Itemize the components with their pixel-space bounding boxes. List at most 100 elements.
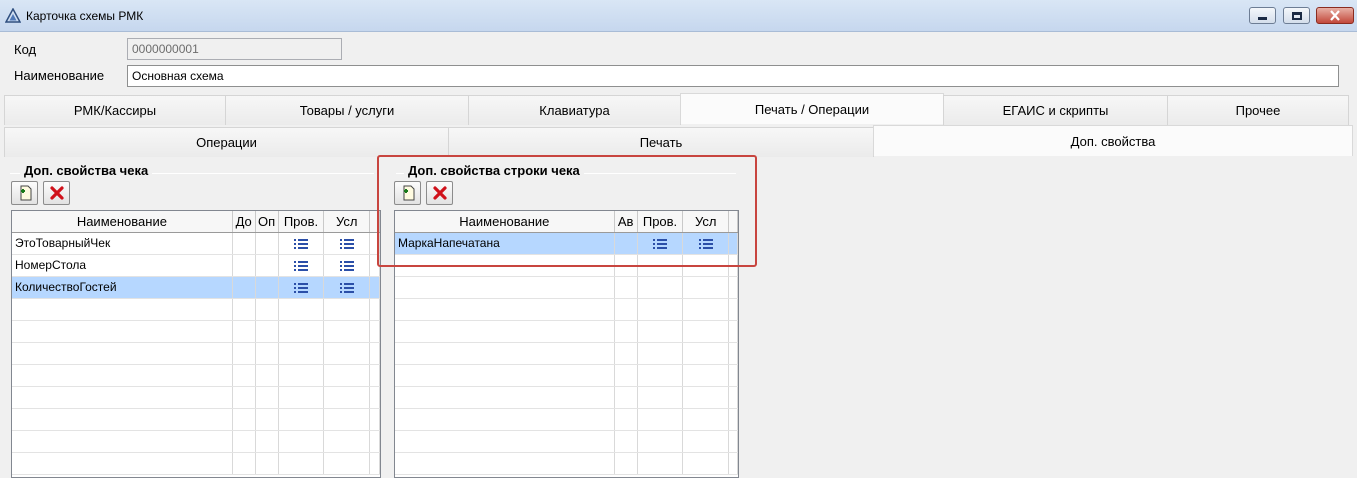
row-flag-cell[interactable] (232, 342, 256, 365)
row-cond-cell[interactable] (323, 320, 371, 343)
row-flag-cell[interactable] (232, 452, 256, 475)
table-row[interactable] (12, 408, 380, 431)
row-check-cell[interactable] (278, 342, 325, 365)
row-flag-cell[interactable] (255, 298, 279, 321)
row-check-cell[interactable] (637, 430, 684, 453)
receipt-props-grid[interactable]: Наименование До Оп Пров. Усл ЭтоТоварный… (11, 210, 381, 478)
tab-print-operations[interactable]: Печать / Операции (680, 93, 944, 124)
row-flag-cell[interactable] (614, 342, 638, 365)
tab-other[interactable]: Прочее (1167, 95, 1349, 125)
row-flag-cell[interactable] (232, 276, 256, 299)
row-name-cell[interactable] (395, 408, 615, 431)
row-name-cell[interactable] (12, 430, 233, 453)
row-cond-cell[interactable] (323, 342, 371, 365)
row-flag-cell[interactable] (232, 254, 256, 277)
row-name-cell[interactable] (395, 320, 615, 343)
table-row[interactable]: ЭтоТоварныйЧек (12, 232, 380, 255)
row-flag-cell[interactable] (232, 364, 256, 387)
table-row[interactable] (395, 276, 738, 299)
row-flag-cell[interactable] (255, 364, 279, 387)
row-flag-cell[interactable] (255, 254, 279, 277)
row-cond-cell[interactable] (682, 386, 730, 409)
row-name-cell[interactable] (395, 386, 615, 409)
row-check-cell[interactable] (637, 320, 684, 343)
row-check-cell[interactable] (278, 254, 325, 277)
tab-extra-properties[interactable]: Доп. свойства (873, 125, 1353, 156)
code-field[interactable]: 0000000001 (127, 38, 342, 60)
row-name-cell[interactable]: КоличествоГостей (12, 276, 233, 299)
table-row[interactable] (395, 342, 738, 365)
row-cond-cell[interactable] (323, 452, 371, 475)
list-icon[interactable] (339, 260, 354, 272)
table-row[interactable] (395, 430, 738, 453)
col-name[interactable]: Наименование (12, 211, 233, 233)
row-cond-cell[interactable] (682, 430, 730, 453)
row-cond-cell[interactable] (682, 276, 730, 299)
row-flag-cell[interactable] (232, 298, 256, 321)
row-name-cell[interactable] (395, 430, 615, 453)
table-row[interactable] (12, 298, 380, 321)
row-cond-cell[interactable] (323, 364, 371, 387)
row-flag-cell[interactable] (255, 408, 279, 431)
tab-goods-services[interactable]: Товары / услуги (225, 95, 469, 125)
row-cond-cell[interactable] (682, 408, 730, 431)
row-name-cell[interactable]: ЭтоТоварныйЧек (12, 232, 233, 255)
table-row[interactable] (395, 386, 738, 409)
close-button[interactable] (1316, 7, 1354, 24)
row-name-cell[interactable] (12, 364, 233, 387)
row-flag-cell[interactable] (232, 430, 256, 453)
row-flag-cell[interactable] (255, 320, 279, 343)
table-row[interactable] (395, 298, 738, 321)
row-cond-cell[interactable] (682, 364, 730, 387)
row-name-cell[interactable] (395, 298, 615, 321)
table-row[interactable] (395, 408, 738, 431)
list-icon[interactable] (339, 238, 354, 250)
table-row[interactable] (12, 342, 380, 365)
row-flag-cell[interactable] (232, 232, 256, 255)
row-flag-cell[interactable] (614, 364, 638, 387)
row-name-cell[interactable] (395, 452, 615, 475)
row-check-cell[interactable] (278, 386, 325, 409)
row-name-cell[interactable] (12, 386, 233, 409)
table-row[interactable] (12, 430, 380, 453)
table-row[interactable] (395, 320, 738, 343)
row-flag-cell[interactable] (232, 386, 256, 409)
tab-operations[interactable]: Операции (4, 127, 449, 157)
table-row[interactable]: НомерСтола (12, 254, 380, 277)
table-row[interactable] (12, 364, 380, 387)
row-flag-cell[interactable] (232, 320, 256, 343)
table-row[interactable]: КоличествоГостей (12, 276, 380, 299)
row-flag-cell[interactable] (614, 386, 638, 409)
add-receipt-prop-button[interactable] (11, 181, 38, 205)
col-check[interactable]: Пров. (278, 211, 325, 233)
table-row[interactable] (12, 386, 380, 409)
table-row[interactable] (395, 364, 738, 387)
row-cond-cell[interactable] (323, 298, 371, 321)
row-cond-cell[interactable] (323, 276, 371, 299)
row-name-cell[interactable]: НомерСтола (12, 254, 233, 277)
row-flag-cell[interactable] (614, 452, 638, 475)
tab-pmk-cashiers[interactable]: РМК/Кассиры (4, 95, 226, 125)
row-flag-cell[interactable] (255, 452, 279, 475)
row-check-cell[interactable] (278, 408, 325, 431)
row-check-cell[interactable] (278, 320, 325, 343)
list-icon[interactable] (293, 260, 308, 272)
table-row[interactable] (395, 452, 738, 475)
row-cond-cell[interactable] (323, 408, 371, 431)
row-flag-cell[interactable] (232, 408, 256, 431)
row-check-cell[interactable] (278, 298, 325, 321)
row-flag-cell[interactable] (255, 386, 279, 409)
row-cond-cell[interactable] (682, 320, 730, 343)
tab-print[interactable]: Печать (448, 127, 874, 157)
row-name-cell[interactable] (12, 320, 233, 343)
row-check-cell[interactable] (637, 298, 684, 321)
list-icon[interactable] (339, 282, 354, 294)
row-cond-cell[interactable] (323, 386, 371, 409)
maximize-button[interactable] (1283, 7, 1310, 24)
table-row[interactable] (12, 452, 380, 475)
row-name-cell[interactable] (395, 364, 615, 387)
list-icon[interactable] (293, 282, 308, 294)
row-check-cell[interactable] (637, 342, 684, 365)
row-check-cell[interactable] (278, 452, 325, 475)
row-flag-cell[interactable] (614, 276, 638, 299)
